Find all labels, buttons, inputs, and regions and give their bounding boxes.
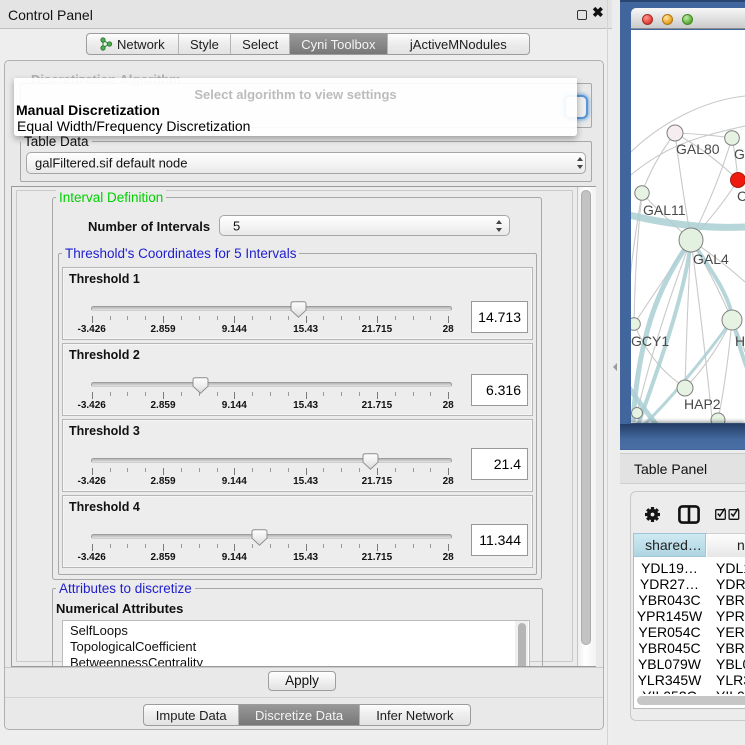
- svg-text:HAP2: HAP2: [684, 396, 721, 412]
- svg-text:GCY1: GCY1: [631, 333, 669, 349]
- svg-text:GA: GA: [734, 146, 745, 162]
- svg-text:C: C: [737, 188, 745, 204]
- svg-text:GAL4: GAL4: [693, 251, 729, 267]
- svg-text:GAL80: GAL80: [676, 141, 720, 157]
- svg-text:H: H: [735, 333, 745, 349]
- svg-text:GAL11: GAL11: [643, 202, 686, 218]
